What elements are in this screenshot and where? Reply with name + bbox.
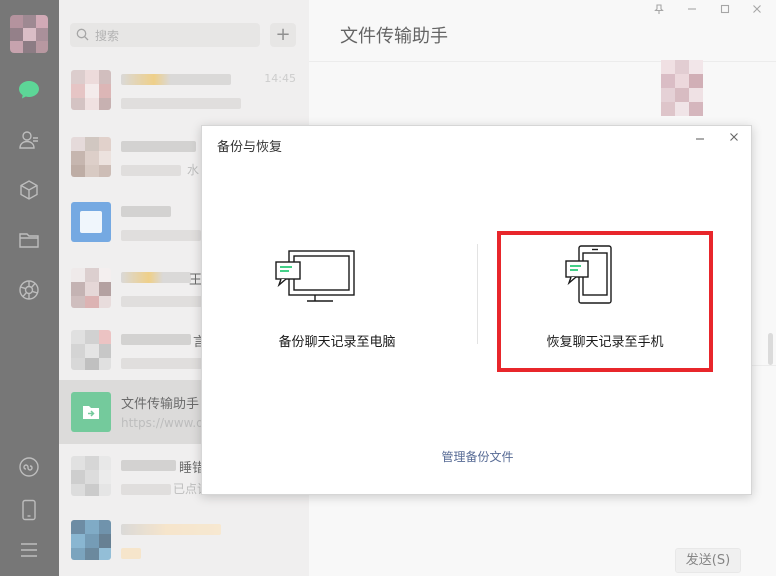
backup-restore-dialog: 备份与恢复 备份聊天记录至电脑 恢复聊天记录至手机 管理备份文件 [201, 125, 752, 495]
manage-backup-files-link[interactable]: 管理备份文件 [202, 448, 753, 465]
backup-to-pc-option[interactable]: 备份聊天记录至电脑 [227, 226, 447, 376]
divider [477, 244, 478, 344]
backup-to-pc-label: 备份聊天记录至电脑 [278, 335, 396, 350]
highlight-box [497, 231, 713, 372]
dialog-close-icon[interactable] [729, 131, 739, 146]
computer-icon [275, 250, 355, 302]
dialog-minimize-icon[interactable] [695, 133, 705, 147]
dialog-title: 备份与恢复 [217, 140, 283, 155]
